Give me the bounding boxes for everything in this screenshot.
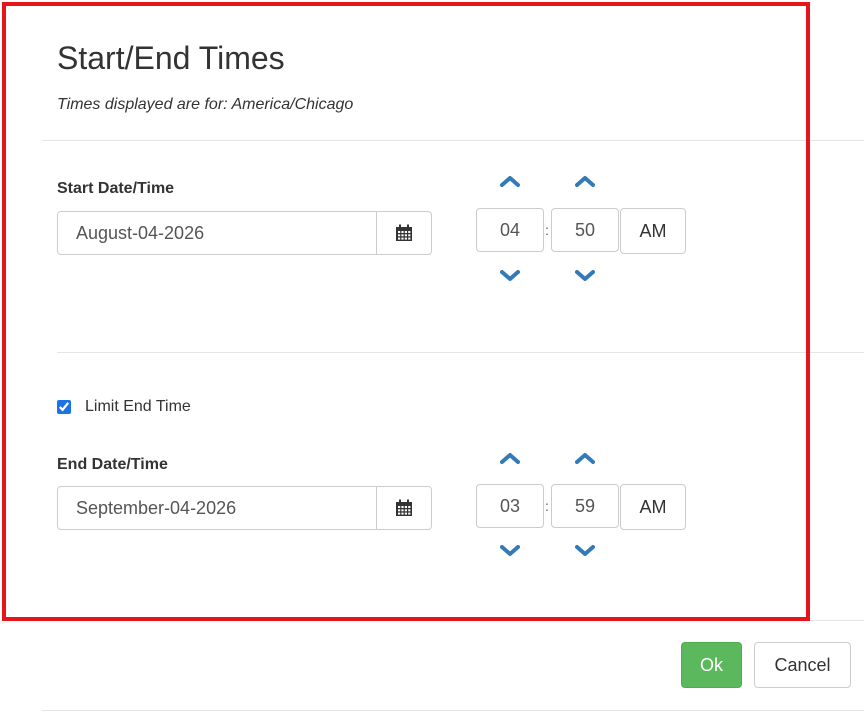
chevron-down-icon	[500, 545, 520, 556]
end-hour-decrement[interactable]	[498, 541, 522, 561]
calendar-icon	[396, 224, 412, 241]
end-date-time-label: End Date/Time	[57, 456, 168, 473]
chevron-down-icon	[500, 270, 520, 281]
start-hour-increment[interactable]	[498, 171, 522, 191]
chevron-up-icon	[575, 176, 595, 187]
start-date-group	[57, 211, 432, 255]
chevron-down-icon	[575, 270, 595, 281]
section-divider	[57, 352, 864, 353]
start-date-time-label: Start Date/Time	[57, 180, 175, 197]
chevron-up-icon	[575, 453, 595, 464]
start-time-separator: :	[545, 222, 549, 238]
limit-end-time-label[interactable]: Limit End Time	[85, 398, 191, 416]
footer-divider	[810, 620, 864, 621]
start-ampm-toggle[interactable]: AM	[620, 208, 686, 254]
start-minute-increment[interactable]	[573, 171, 597, 191]
chevron-up-icon	[500, 453, 520, 464]
calendar-icon	[396, 499, 412, 516]
chevron-up-icon	[500, 176, 520, 187]
end-minute-decrement[interactable]	[573, 541, 597, 561]
start-hour-input[interactable]	[476, 208, 544, 252]
chevron-down-icon	[575, 545, 595, 556]
end-calendar-button[interactable]	[376, 487, 431, 529]
start-calendar-button[interactable]	[376, 212, 431, 254]
ok-button[interactable]: Ok	[681, 642, 742, 688]
bottom-divider	[42, 710, 864, 711]
end-hour-input[interactable]	[476, 484, 544, 528]
header-divider	[42, 140, 864, 141]
end-ampm-toggle[interactable]: AM	[620, 484, 686, 530]
end-minute-input[interactable]	[551, 484, 619, 528]
end-hour-increment[interactable]	[498, 448, 522, 468]
dialog-title: Start/End Times	[57, 40, 285, 76]
start-minute-decrement[interactable]	[573, 266, 597, 286]
limit-end-time-checkbox[interactable]	[57, 400, 71, 414]
start-hour-decrement[interactable]	[498, 266, 522, 286]
end-date-input[interactable]	[58, 487, 376, 529]
start-minute-input[interactable]	[551, 208, 619, 252]
end-date-group	[57, 486, 432, 530]
end-time-separator: :	[545, 498, 549, 514]
limit-end-time-row: Limit End Time	[57, 398, 191, 416]
timezone-note: Times displayed are for: America/Chicago	[57, 96, 354, 113]
start-date-input[interactable]	[58, 212, 376, 254]
cancel-button[interactable]: Cancel	[754, 642, 851, 688]
end-minute-increment[interactable]	[573, 448, 597, 468]
